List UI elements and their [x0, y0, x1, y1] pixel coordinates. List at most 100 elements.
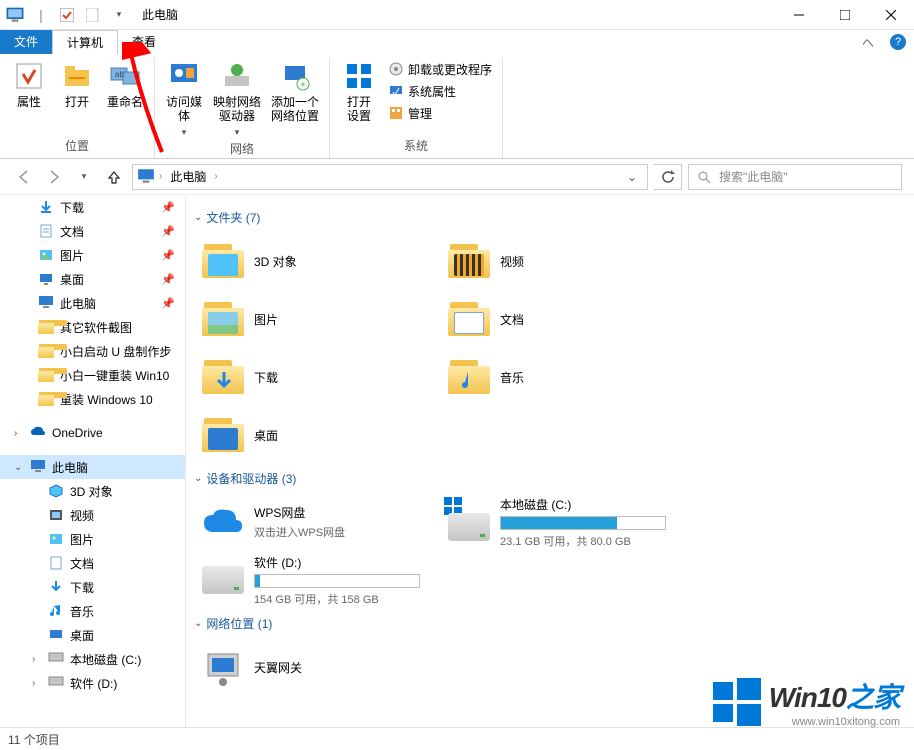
nav-desktop[interactable]: 桌面: [0, 623, 185, 647]
folder-pictures[interactable]: 图片: [202, 290, 448, 348]
nav-3dobjects[interactable]: 3D 对象: [0, 479, 185, 503]
desktop-icon: [48, 627, 64, 643]
ribbon-collapse-icon[interactable]: へ: [854, 30, 882, 54]
folder-icon: [448, 298, 490, 340]
chevron-down-icon: ⌄: [194, 212, 202, 223]
pictures-icon: [48, 531, 64, 547]
device-drive-c[interactable]: 本地磁盘 (C:)23.1 GB 可用，共 80.0 GB: [448, 493, 694, 551]
chevron-right-icon[interactable]: ›: [214, 171, 217, 182]
folder-desktop[interactable]: 桌面: [202, 406, 448, 464]
dropdown-icon: ▾: [182, 127, 187, 138]
window-controls: [776, 0, 914, 30]
group-label-network: 网络: [230, 138, 254, 161]
map-drive-icon: [221, 60, 253, 92]
expand-icon[interactable]: ›: [14, 428, 17, 439]
svg-text:ab: ab: [115, 70, 124, 79]
breadcrumb-root[interactable]: 此电脑: [166, 168, 210, 185]
folder-icon: [38, 368, 54, 382]
folder-downloads[interactable]: 下载: [202, 348, 448, 406]
minimize-button[interactable]: [776, 0, 822, 30]
expand-icon[interactable]: ›: [32, 678, 35, 689]
folders-grid: 3D 对象 视频 图片 文档 下载 音乐 桌面: [190, 232, 914, 464]
rename-button[interactable]: ab 重命名: [102, 58, 148, 135]
nav-up-button[interactable]: [102, 165, 126, 189]
nav-downloads[interactable]: 下载📌: [0, 195, 185, 219]
window-title: 此电脑: [142, 6, 178, 23]
nav-folder-item[interactable]: 小白启动 U 盘制作步: [0, 339, 185, 363]
tab-file[interactable]: 文件: [0, 30, 52, 54]
help-button[interactable]: ?: [882, 30, 914, 54]
address-bar[interactable]: › 此电脑 › ⌄: [132, 164, 648, 190]
search-input[interactable]: 搜索"此电脑": [688, 164, 902, 190]
expand-icon[interactable]: ›: [32, 654, 35, 665]
ribbon-group-network: 访问媒体▾ 映射网络 驱动器▾ + 添加一个 网络位置 网络: [155, 58, 330, 158]
downloads-icon: [48, 579, 64, 595]
section-folders-header[interactable]: ⌄文件夹 (7): [190, 203, 914, 232]
nav-music[interactable]: 音乐: [0, 599, 185, 623]
device-wps[interactable]: WPS网盘双击进入WPS网盘: [202, 493, 448, 551]
qat-checkbox-icon[interactable]: [56, 4, 78, 26]
folder-3dobjects[interactable]: 3D 对象: [202, 232, 448, 290]
address-row: ▾ › 此电脑 › ⌄ 搜索"此电脑": [0, 159, 914, 195]
titlebar: | ▾ 此电脑: [0, 0, 914, 30]
device-drive-d[interactable]: 软件 (D:)154 GB 可用，共 158 GB: [202, 551, 448, 609]
pc-icon: [30, 459, 46, 475]
map-drive-button[interactable]: 映射网络 驱动器▾: [209, 58, 265, 138]
nav-folder-item[interactable]: 其它软件截图: [0, 315, 185, 339]
maximize-button[interactable]: [822, 0, 868, 30]
nav-downloads[interactable]: 下载: [0, 575, 185, 599]
nav-thispc[interactable]: ⌄此电脑: [0, 455, 185, 479]
folder-icon: [38, 344, 54, 358]
folder-documents[interactable]: 文档: [448, 290, 694, 348]
properties-button[interactable]: 属性: [6, 58, 52, 135]
qat-dropdown-icon[interactable]: ▾: [108, 4, 130, 26]
navigation-pane[interactable]: 下载📌 文档📌 图片📌 桌面📌 此电脑📌 其它软件截图 小白启动 U 盘制作步 …: [0, 195, 186, 727]
section-devices-header[interactable]: ⌄设备和驱动器 (3): [190, 464, 914, 493]
nav-drive-c[interactable]: ›本地磁盘 (C:): [0, 647, 185, 671]
close-button[interactable]: [868, 0, 914, 30]
tab-computer[interactable]: 计算机: [52, 30, 118, 54]
tab-view[interactable]: 查看: [118, 30, 170, 54]
music-icon: [48, 603, 64, 619]
nav-videos[interactable]: 视频: [0, 503, 185, 527]
folder-icon: [38, 320, 54, 334]
nav-desktop[interactable]: 桌面📌: [0, 267, 185, 291]
nav-pictures[interactable]: 图片: [0, 527, 185, 551]
chevron-right-icon[interactable]: ›: [159, 171, 162, 182]
folder-music[interactable]: 音乐: [448, 348, 694, 406]
address-dropdown-icon[interactable]: ⌄: [621, 170, 643, 184]
folder-videos[interactable]: 视频: [448, 232, 694, 290]
access-media-button[interactable]: 访问媒体▾: [161, 58, 207, 138]
nav-documents[interactable]: 文档📌: [0, 219, 185, 243]
nav-forward-button[interactable]: [42, 165, 66, 189]
nav-folder-item[interactable]: 小白一键重装 Win10: [0, 363, 185, 387]
network-gateway[interactable]: 天翼网关: [202, 638, 448, 696]
folder-icon: [202, 356, 244, 398]
manage-button[interactable]: 管理: [384, 102, 496, 124]
nav-recent-icon[interactable]: ▾: [72, 165, 96, 189]
add-network-location-button[interactable]: + 添加一个 网络位置: [267, 58, 323, 138]
collapse-icon[interactable]: ⌄: [14, 462, 22, 473]
drive-usage-bar: [500, 516, 666, 530]
nav-drive-d[interactable]: ›软件 (D:): [0, 671, 185, 695]
qat-blank-icon[interactable]: [82, 4, 104, 26]
ribbon-group-location: 属性 打开 ab 重命名 位置: [0, 58, 155, 158]
nav-pictures[interactable]: 图片📌: [0, 243, 185, 267]
rename-icon: ab: [109, 60, 141, 92]
pin-icon: 📌: [161, 249, 175, 262]
nav-onedrive[interactable]: ›OneDrive: [0, 421, 185, 445]
system-properties-button[interactable]: 系统属性: [384, 80, 496, 102]
open-settings-button[interactable]: 打开 设置: [336, 58, 382, 135]
nav-documents[interactable]: 文档: [0, 551, 185, 575]
help-icon: ?: [890, 34, 906, 50]
video-icon: [48, 507, 64, 523]
nav-folder-item[interactable]: 重装 Windows 10: [0, 387, 185, 411]
pictures-icon: [38, 247, 54, 263]
uninstall-button[interactable]: 卸载或更改程序: [384, 58, 496, 80]
nav-thispc-quick[interactable]: 此电脑📌: [0, 291, 185, 315]
nav-back-button[interactable]: [12, 165, 36, 189]
dropdown-icon: ▾: [235, 127, 240, 138]
open-button[interactable]: 打开: [54, 58, 100, 135]
refresh-button[interactable]: [654, 164, 682, 190]
section-network-header[interactable]: ⌄网络位置 (1): [190, 609, 914, 638]
